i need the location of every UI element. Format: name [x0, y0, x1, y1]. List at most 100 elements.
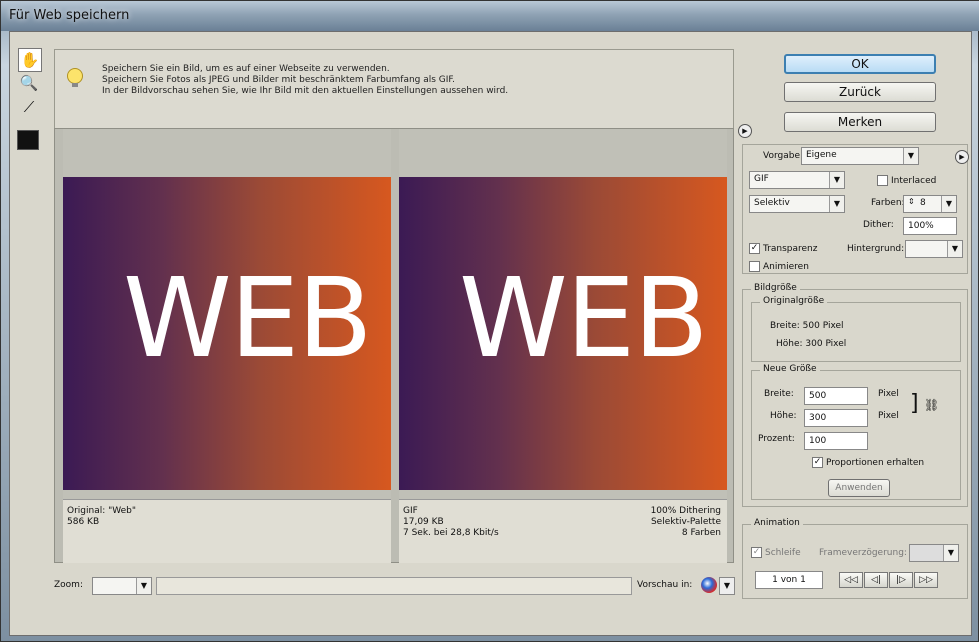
chain-link-icon[interactable]: ⛓ [924, 398, 939, 412]
image-text: WEB [123, 254, 373, 382]
height-input[interactable]: 300 [804, 409, 868, 427]
colors-value: 8 [920, 198, 926, 208]
height-unit: Pixel [878, 411, 899, 421]
preview-in-label: Vorschau in: [637, 580, 693, 590]
colors-label: Farben: [871, 198, 905, 208]
original-size-group: Originalgröße Breite: 500 Pixel Höhe: 30… [751, 296, 961, 362]
preview-canvas-top [63, 129, 391, 177]
last-frame-icon: ▷▷ [919, 575, 933, 585]
status-field [156, 577, 632, 595]
animation-group: Animation ✓ Schleife Frameverzögerung: ▼… [742, 518, 968, 599]
original-preview-pane[interactable]: WEB Original: "Web" 586 KB [63, 129, 391, 563]
height-label: Höhe: [770, 411, 797, 421]
first-frame-button[interactable]: ◁◁ [839, 572, 863, 588]
eyedropper-color-swatch[interactable] [17, 130, 39, 150]
width-value: 500 [809, 391, 827, 401]
previous-frame-button[interactable]: ◁| [864, 572, 888, 588]
toolbox: ✋ 🔍 ⟋ [14, 48, 42, 140]
preview-area: WEB Original: "Web" 586 KB WEB GIF 17,09… [54, 128, 734, 563]
stepper-icon[interactable]: ⇕ [908, 197, 915, 206]
original-info: Original: "Web" 586 KB [63, 499, 391, 563]
background-select[interactable]: ▼ [905, 240, 963, 258]
dither-value: 100% [908, 221, 934, 231]
apply-button[interactable]: Anwenden [828, 479, 890, 497]
save-for-web-window: Für Web speichern ✋ 🔍 ⟋ Speichern Sie ei… [0, 0, 979, 642]
optimized-size: 17,09 KB [403, 517, 444, 527]
frame-delay-label: Frameverzögerung: [819, 548, 907, 558]
percent-input[interactable]: 100 [804, 432, 868, 450]
next-frame-icon: |▷ [896, 575, 906, 585]
window-title: Für Web speichern [9, 8, 130, 23]
first-frame-icon: ◁◁ [844, 575, 858, 585]
optimized-image[interactable]: WEB [399, 177, 727, 490]
ok-button[interactable]: OK [784, 54, 936, 74]
original-size-label: Originalgröße [760, 296, 828, 306]
image-size-group: Bildgröße Originalgröße Breite: 500 Pixe… [742, 283, 968, 507]
frame-counter-text: 1 von 1 [772, 575, 806, 585]
remember-button[interactable]: Merken [784, 112, 936, 132]
palette-select[interactable]: Selektiv ▼ [749, 195, 845, 213]
optimization-settings: Vorgabe: Eigene ▼ ▶ GIF ▼ Interlaced Sel… [742, 144, 969, 274]
next-frame-button[interactable]: |▷ [889, 572, 913, 588]
animate-checkbox[interactable] [749, 261, 760, 272]
dither-label: Dither: [863, 220, 894, 230]
original-height: Höhe: 300 Pixel [776, 339, 847, 349]
original-size: 586 KB [67, 517, 100, 527]
percent-value: 100 [809, 436, 827, 446]
optimized-format: GIF [403, 506, 418, 516]
height-value: 300 [809, 413, 827, 423]
preset-select[interactable]: Eigene ▼ [801, 147, 919, 165]
colors-select[interactable]: ⇕ 8 ▼ [903, 195, 957, 213]
colors-info: 8 Farben [681, 528, 721, 538]
preview-canvas-bottom [63, 490, 391, 499]
last-frame-button[interactable]: ▷▷ [914, 572, 938, 588]
frame-delay-select[interactable]: ▼ [909, 544, 959, 562]
info-bar: Speichern Sie ein Bild, um es auf einer … [54, 49, 734, 129]
transparency-checkbox[interactable]: ✓ [749, 243, 760, 254]
width-input[interactable]: 500 [804, 387, 868, 405]
palette-info: Selektiv-Palette [650, 517, 721, 527]
dialog-client: ✋ 🔍 ⟋ Speichern Sie ein Bild, um es auf … [9, 31, 972, 636]
dithering-info: 100% Dithering [650, 506, 721, 516]
original-width: Breite: 500 Pixel [770, 321, 844, 331]
image-size-label: Bildgröße [751, 283, 800, 293]
transparency-label: Transparenz [763, 244, 818, 254]
original-image[interactable]: WEB [63, 177, 391, 490]
preview-menu-icon[interactable]: ▶ [738, 124, 752, 138]
back-button[interactable]: Zurück [784, 82, 936, 102]
dither-input[interactable]: 100% [903, 217, 957, 235]
eyedropper-icon[interactable]: ⟋ [18, 96, 40, 118]
loop-checkbox[interactable]: ✓ [751, 547, 762, 558]
info-line-2: Speichern Sie Fotos als JPEG und Bilder … [102, 75, 456, 85]
animate-label: Animieren [763, 262, 809, 272]
chevron-down-icon[interactable]: ▼ [943, 545, 958, 561]
keep-proportions-checkbox[interactable]: ✓ [812, 457, 823, 468]
previous-frame-icon: ◁| [871, 575, 881, 585]
preset-label: Vorgabe: [763, 151, 804, 161]
chevron-down-icon[interactable]: ▼ [136, 578, 151, 594]
new-size-label: Neue Größe [760, 364, 820, 374]
chevron-down-icon[interactable]: ▼ [829, 196, 844, 212]
format-value: GIF [754, 174, 769, 184]
chevron-down-icon[interactable]: ▼ [903, 148, 918, 164]
format-select[interactable]: GIF ▼ [749, 171, 845, 189]
chevron-down-icon[interactable]: ▼ [829, 172, 844, 188]
new-size-group: Neue Größe Breite: 500 Pixel Höhe: 300 P… [751, 364, 961, 500]
optimized-preview-pane[interactable]: WEB GIF 17,09 KB 7 Sek. bei 28,8 Kbit/s … [399, 129, 727, 563]
chevron-down-icon[interactable]: ▼ [947, 241, 962, 257]
browser-icon[interactable] [701, 577, 717, 593]
info-text: Speichern Sie ein Bild, um es auf einer … [102, 64, 508, 97]
link-bracket-icon: ] [910, 391, 919, 416]
chevron-down-icon[interactable]: ▼ [941, 196, 956, 212]
chevron-down-icon[interactable]: ▼ [719, 577, 735, 595]
zoom-select[interactable]: ▼ [92, 577, 152, 595]
preview-canvas-top [399, 129, 727, 177]
title-bar[interactable]: Für Web speichern [1, 1, 979, 31]
info-line-3: In der Bildvorschau sehen Sie, wie Ihr B… [102, 86, 509, 96]
hand-tool-icon[interactable]: ✋ [18, 48, 42, 72]
zoom-tool-icon[interactable]: 🔍 [18, 72, 40, 94]
optimize-menu-icon[interactable]: ▶ [955, 150, 969, 164]
preset-value: Eigene [806, 150, 837, 160]
interlaced-checkbox[interactable] [877, 175, 888, 186]
bottom-bar: Zoom: ▼ Vorschau in: ▼ [10, 572, 738, 600]
